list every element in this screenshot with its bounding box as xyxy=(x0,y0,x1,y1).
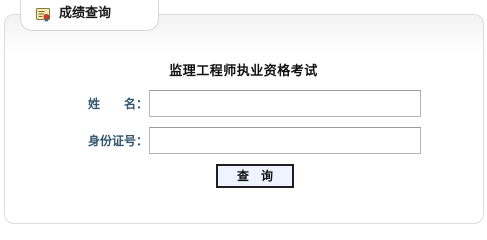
name-label: 姓 名： xyxy=(87,97,148,111)
tab-score-query[interactable]: 成绩查询 xyxy=(20,0,159,31)
id-number-input[interactable] xyxy=(149,127,421,154)
query-panel xyxy=(4,14,484,224)
id-number-label: 身份证号： xyxy=(87,134,148,148)
form-title: 监理工程师执业资格考试 xyxy=(169,64,318,79)
name-input[interactable] xyxy=(149,90,421,117)
query-button[interactable]: 查 询 xyxy=(216,164,294,188)
tab-title: 成绩查询 xyxy=(59,6,112,21)
certificate-icon xyxy=(35,7,51,23)
